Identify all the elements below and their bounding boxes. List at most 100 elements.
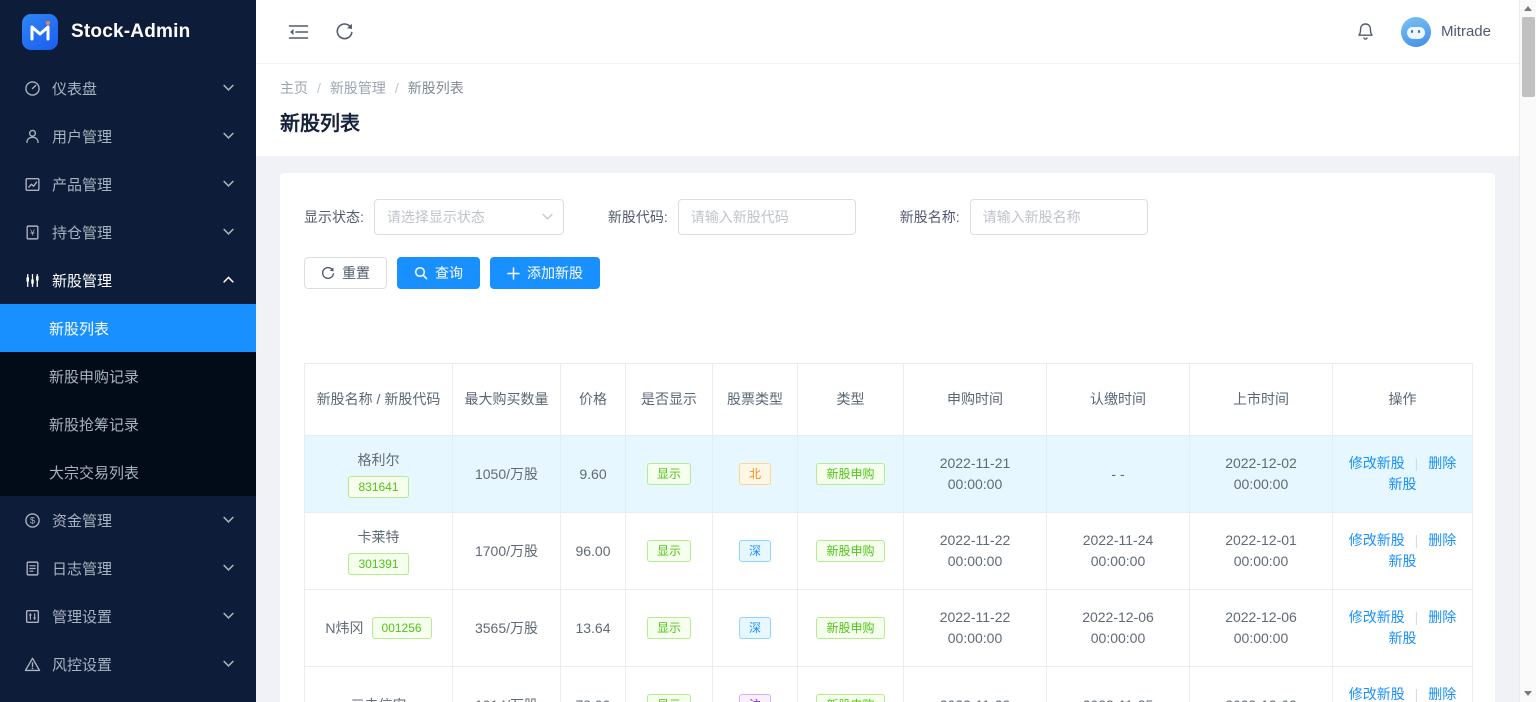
- list-time-cell: 2022-12-02: [1190, 667, 1333, 702]
- pay-date: 2022-11-24: [1057, 530, 1179, 551]
- visible-status-tag: 显示: [647, 463, 691, 485]
- user-avatar[interactable]: [1401, 17, 1431, 47]
- scroll-down-arrow[interactable]: [1520, 685, 1536, 702]
- table-row: 三未信安 1914/万股 78.99 显示 沪 新股申购 2022-11-23 …: [305, 667, 1473, 702]
- app-logo-icon: [22, 14, 58, 50]
- svg-text:¥: ¥: [29, 227, 35, 237]
- stock-name-cell: 卡莱特 301391: [315, 527, 442, 575]
- apply-time-cell: 2022-11-22 00:00:00: [904, 513, 1047, 590]
- pay-date: - -: [1057, 464, 1179, 485]
- svg-text:$: $: [30, 515, 35, 525]
- sidebar-item-block-trade-list[interactable]: 大宗交易列表: [0, 448, 256, 496]
- sidebar-item-product-management[interactable]: 产品管理: [0, 160, 256, 208]
- filter-stock-code: 新股代码:: [608, 199, 856, 235]
- display-status-select[interactable]: 请选择显示状态: [374, 199, 564, 235]
- notification-bell-icon[interactable]: [1356, 22, 1375, 42]
- sidebar-item-new-stock-list[interactable]: 新股列表: [0, 304, 256, 352]
- type-tag: 新股申购: [816, 694, 884, 702]
- row-actions-cell: 修改新股 | 删除新股: [1333, 590, 1473, 667]
- apply-time-cell: 2022-11-23: [904, 667, 1047, 702]
- list-clock: 00:00:00: [1200, 551, 1322, 572]
- breadcrumb-separator: /: [395, 80, 399, 96]
- list-date: 2022-12-02: [1200, 695, 1322, 702]
- sidebar-item-subscription-records[interactable]: 新股申购记录: [0, 352, 256, 400]
- type-tag: 新股申购: [816, 540, 884, 562]
- col-list-time: 上市时间: [1190, 364, 1333, 436]
- sidebar-item-admin-settings[interactable]: 管理设置: [0, 592, 256, 640]
- search-button[interactable]: 查询: [397, 257, 480, 289]
- chevron-down-icon: [223, 180, 234, 188]
- max-buy-cell: 1914/万股: [453, 667, 561, 702]
- stock-type-tag: 沪: [739, 694, 771, 702]
- apply-date: 2022-11-21: [914, 453, 1036, 474]
- submenu-item-label: 新股列表: [49, 318, 109, 339]
- risk-settings-icon: [24, 656, 41, 673]
- page-content: 显示状态: 请选择显示状态 新股代码: 新股名称:: [256, 156, 1519, 702]
- chevron-down-icon: [223, 516, 234, 524]
- sidebar-item-risk-settings[interactable]: 风控设置: [0, 640, 256, 688]
- list-time-cell: 2022-12-06 00:00:00: [1190, 590, 1333, 667]
- action-divider: |: [1415, 609, 1419, 625]
- sidebar-item-grab-records[interactable]: 新股抢筹记录: [0, 400, 256, 448]
- action-divider: |: [1415, 686, 1419, 702]
- chevron-down-icon: [223, 660, 234, 668]
- price-cell: 96.00: [561, 513, 626, 590]
- edit-stock-link[interactable]: 修改新股: [1349, 686, 1405, 702]
- add-stock-button[interactable]: 添加新股: [490, 257, 600, 289]
- stock-code-input[interactable]: [678, 199, 856, 235]
- refresh-icon[interactable]: [335, 22, 354, 41]
- col-max-buy: 最大购买数量: [453, 364, 561, 436]
- sidebar-item-label: 日志管理: [52, 558, 223, 579]
- sidebar-item-funds-management[interactable]: $ 资金管理: [0, 496, 256, 544]
- sidebar-item-log-management[interactable]: 日志管理: [0, 544, 256, 592]
- stock-type-tag: 深: [739, 540, 771, 562]
- scrollbar-thumb[interactable]: [1522, 17, 1535, 97]
- breadcrumb-new-stock-management[interactable]: 新股管理: [330, 78, 386, 98]
- pay-clock: 00:00:00: [1057, 551, 1179, 572]
- filter-bar: 显示状态: 请选择显示状态 新股代码: 新股名称:: [304, 199, 1471, 235]
- list-date: 2022-12-02: [1200, 453, 1322, 474]
- stock-name-input[interactable]: [970, 199, 1148, 235]
- sidebar-collapse-icon[interactable]: [288, 23, 309, 41]
- row-actions-cell: 修改新股 | 删除新股: [1333, 513, 1473, 590]
- new-stock-submenu: 新股列表 新股申购记录 新股抢筹记录 大宗交易列表: [0, 304, 256, 496]
- chevron-down-icon: [223, 84, 234, 92]
- list-clock: 00:00:00: [1200, 628, 1322, 649]
- sidebar-item-label: 管理设置: [52, 606, 223, 627]
- sidebar-item-dashboard[interactable]: 仪表盘: [0, 64, 256, 112]
- edit-stock-link[interactable]: 修改新股: [1349, 609, 1405, 625]
- stock-name: N炜冈: [325, 618, 363, 639]
- breadcrumb-home[interactable]: 主页: [280, 78, 308, 98]
- filter-display-status: 显示状态: 请选择显示状态: [304, 199, 564, 235]
- breadcrumb: 主页 / 新股管理 / 新股列表: [280, 78, 1495, 98]
- edit-stock-link[interactable]: 修改新股: [1349, 455, 1405, 471]
- reset-button[interactable]: 重置: [304, 257, 387, 289]
- list-date: 2022-12-01: [1200, 530, 1322, 551]
- apply-clock: 00:00:00: [914, 628, 1036, 649]
- sidebar-item-label: 仪表盘: [52, 78, 223, 99]
- chevron-down-icon: [223, 564, 234, 572]
- user-name[interactable]: Mitrade: [1441, 23, 1491, 40]
- vertical-scrollbar[interactable]: [1519, 0, 1536, 702]
- sidebar-item-user-management[interactable]: 用户管理: [0, 112, 256, 160]
- edit-stock-link[interactable]: 修改新股: [1349, 532, 1405, 548]
- submenu-item-label: 新股抢筹记录: [49, 414, 139, 435]
- pay-time-cell: - -: [1047, 436, 1190, 513]
- action-divider: |: [1415, 532, 1419, 548]
- visible-status-tag: 显示: [647, 617, 691, 639]
- sidebar: Stock-Admin 仪表盘 用户管理 产品: [0, 0, 256, 702]
- sidebar-item-new-stock-management[interactable]: 新股管理: [0, 256, 256, 304]
- apply-time-cell: 2022-11-22 00:00:00: [904, 590, 1047, 667]
- filter-stock-name: 新股名称:: [900, 199, 1148, 235]
- stock-name-cell: 三未信安: [315, 695, 442, 702]
- pay-date: 2022-11-25: [1057, 695, 1179, 702]
- max-buy-cell: 1700/万股: [453, 513, 561, 590]
- new-stock-management-icon: [24, 272, 41, 289]
- apply-date: 2022-11-22: [914, 530, 1036, 551]
- sidebar-item-label: 新股管理: [52, 270, 223, 291]
- sidebar-item-label: 产品管理: [52, 174, 223, 195]
- sidebar-item-position-management[interactable]: ¥ 持仓管理: [0, 208, 256, 256]
- scroll-up-arrow[interactable]: [1520, 0, 1536, 17]
- apply-date: 2022-11-22: [914, 607, 1036, 628]
- max-buy-cell: 3565/万股: [453, 590, 561, 667]
